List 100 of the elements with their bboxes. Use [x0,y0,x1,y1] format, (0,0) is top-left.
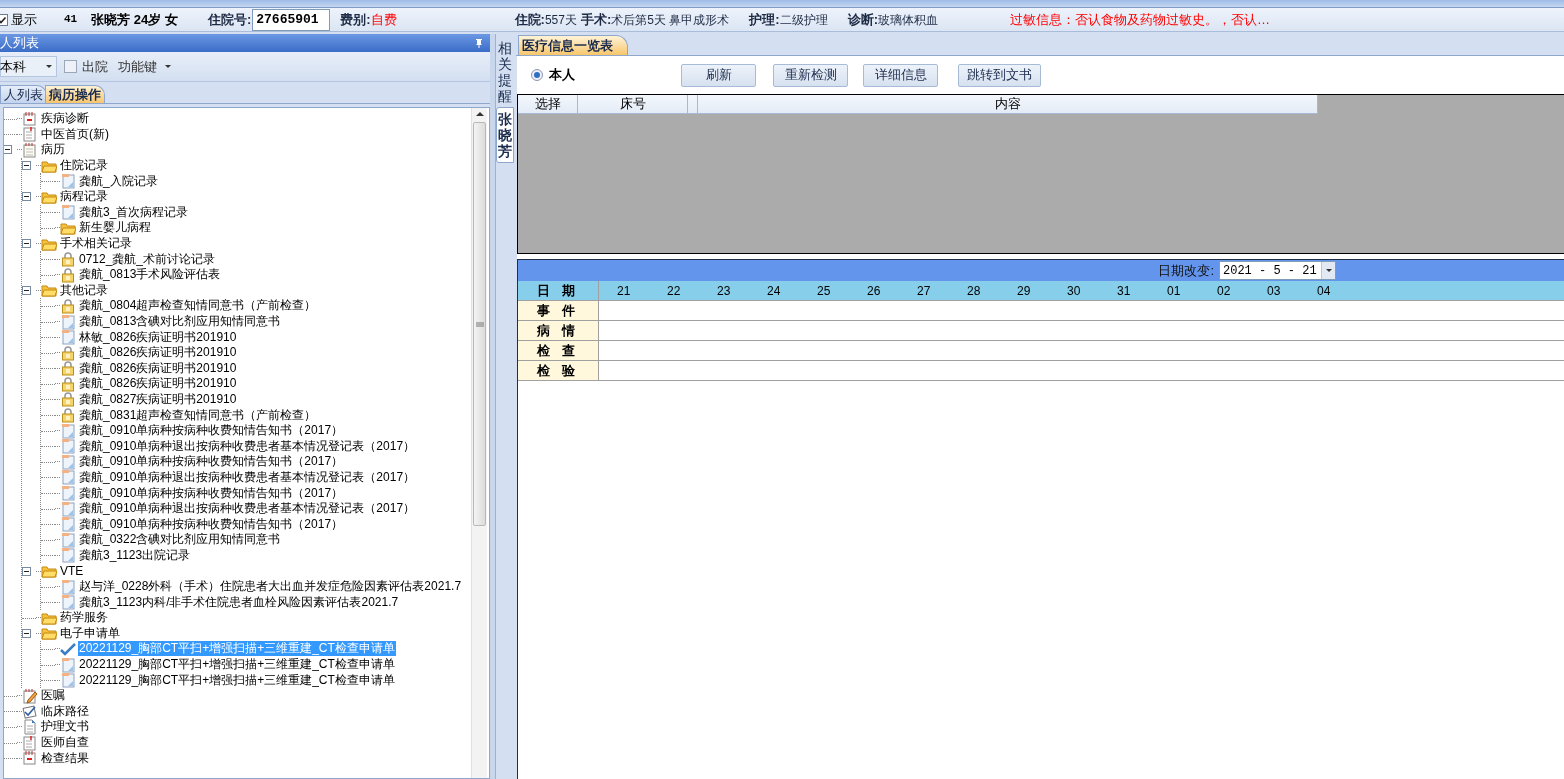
day-label: 01 [1166,282,1182,300]
date-label: 日期改变: [1158,261,1214,280]
button[interactable]: 跳转到文书 [958,63,1041,87]
side-tab[interactable]: 相关提醒 [496,37,514,107]
field-label: 手术: [580,10,612,29]
tree-item[interactable]: 医嘱 [40,688,66,704]
field-value: 557天 [544,11,577,29]
tree-item[interactable]: 龚航_0826疾病证明书201910 [78,360,238,376]
document-icon [60,531,76,548]
tree-item[interactable]: 龚航_0831超声检查知情同意书（产前检查） [78,407,318,423]
tree-item[interactable]: 临床路径 [40,703,90,719]
tab[interactable]: 病历操作 [45,85,105,103]
tree-item[interactable]: 中医首页(新) [40,126,110,142]
collapse-icon[interactable] [22,566,31,576]
tree-item[interactable]: 龚航_0826疾病证明书201910 [78,345,238,361]
tree-item[interactable]: 龚航_0813含碘对比剂应用知情同意书 [78,314,282,329]
lock-icon [60,251,76,268]
tree-item[interactable]: 龚航_0910单病种退出按病种收费患者基本情况登记表（2017） [78,438,417,454]
tree-item[interactable]: 护理文书 [40,719,90,735]
tree-item[interactable]: 龚航_0813手术风险评估表 [78,267,222,283]
tree-item[interactable]: 龚航_0910单病种退出按病种收费患者基本情况登记表（2017） [78,469,417,485]
checkbox-label: 出院 [82,57,108,76]
collapse-icon[interactable] [22,239,31,249]
document-icon [60,422,76,439]
radio-button[interactable] [531,69,543,81]
tree-item[interactable]: 医师自查 [40,735,90,751]
tree-item[interactable]: 龚航_入院记录 [78,173,159,189]
panel-title: 人列表 [0,34,39,53]
button[interactable]: 详细信息 [863,63,938,87]
checked-page-icon [22,703,38,720]
column-header[interactable]: 床号 [578,95,688,114]
day-label: 30 [1066,282,1082,300]
tree-item[interactable]: 电子申请单 [59,625,121,641]
document-icon [60,329,76,346]
field-value: 自费 [370,10,397,29]
date-picker[interactable]: 2021 - 5 - 21 [1219,261,1336,280]
tree-item[interactable]: 龚航_0910单病种退出按病种收费患者基本情况登记表（2017） [78,501,417,517]
lock-icon [60,375,76,392]
collapse-icon[interactable] [22,628,31,638]
admission-number-field[interactable]: 27665901 [252,8,331,31]
collapse-icon[interactable] [22,161,31,171]
document-icon [60,173,76,190]
tree-item[interactable]: 20221129_胸部CT平扫+增强扫描+三维重建_CT检查申请单 [78,672,396,688]
tree-item[interactable]: VTE [59,563,85,579]
tree-item[interactable]: 龚航_0910单病种按病种收费知情告知书（2017） [78,516,345,532]
tree-item[interactable]: 龚航_0910单病种按病种收费知情告知书（2017） [78,423,345,439]
checkbox[interactable] [64,60,77,73]
collapse-icon[interactable] [4,145,12,155]
tree-item[interactable]: 20221129_胸部CT平扫+增强扫描+三维重建_CT检查申请单 [78,657,396,673]
function-key-menu[interactable]: 功能键 [118,56,171,77]
row-header: 检 验 [518,361,599,380]
day-label: 02 [1216,282,1232,300]
day-label: 23 [716,282,732,300]
tree-item[interactable]: 病程记录 [59,189,109,205]
tree-item[interactable]: 0712_龚航_术前讨论记录 [78,251,217,267]
lock-icon [60,407,76,424]
tree-item[interactable]: 林敏_0826疾病证明书201910 [78,329,238,345]
side-tab[interactable]: 张晓芳 [496,107,514,163]
tree-item[interactable]: 新生婴儿病程 [78,220,152,236]
tree-item[interactable]: 药学服务 [59,610,109,626]
button[interactable]: 刷新 [681,63,756,87]
scrollbar[interactable] [471,108,487,778]
tree-item[interactable]: 龚航3_首次病程记录 [78,204,190,220]
document-icon [60,594,76,611]
lock-icon [60,391,76,408]
caret-icon [46,65,52,68]
pin-icon[interactable] [474,37,484,49]
tree-item[interactable]: 赵与洋_0228外科（手术）住院患者大出血并发症危险因素评估表2021.7 [78,579,463,595]
lock-icon [60,360,76,377]
patient-name: 张晓芳 24岁 女 [91,10,178,29]
tree-item[interactable]: 龚航_0322含碘对比剂应用知情同意书 [78,532,282,548]
field-value: 二级护理 [779,11,828,29]
tree-item[interactable]: 龚航_0827疾病证明书201910 [78,392,238,407]
day-label: 24 [766,282,782,300]
collapse-icon[interactable] [22,192,31,202]
column-header[interactable]: 内容 [698,95,1318,114]
button[interactable]: 重新检测 [773,63,848,87]
tree-item[interactable]: 其他记录 [59,282,109,298]
department-dropdown[interactable]: 本科 [0,56,57,77]
tree-item[interactable]: 住院记录 [59,158,109,174]
tree-item[interactable]: 龚航_0910单病种按病种收费知情告知书（2017） [78,485,345,501]
tab[interactable]: 人列表 [0,85,47,103]
tree-item[interactable]: 疾病诊断 [40,111,90,127]
collapse-icon[interactable] [22,285,31,295]
tree-item[interactable]: 龚航_0826疾病证明书201910 [78,376,238,392]
tree-item[interactable]: 龚航_0910单病种按病种收费知情告知书（2017） [78,454,345,470]
tree-item[interactable]: 龚航_0804超声检查知情同意书（产前检查） [78,298,318,314]
tree-item[interactable]: 龚航3_1123内科/非手术住院患者血栓风险因素评估表2021.7 [78,594,400,610]
checkbox[interactable] [0,13,8,26]
lock-icon [60,266,76,283]
document-icon [60,469,76,486]
tree-item[interactable]: 病历 [40,142,66,158]
tree-item[interactable]: 手术相关记录 [59,236,133,252]
column-header[interactable]: 选择 [518,95,578,114]
folder-icon [41,625,57,642]
tree-item[interactable]: 龚航3_1123出院记录 [78,547,192,563]
tab[interactable]: 医疗信息一览表 [518,35,628,55]
radio-label: 本人 [549,66,575,85]
grip-icon [475,321,484,327]
tree-item[interactable]: 检查结果 [40,750,90,766]
